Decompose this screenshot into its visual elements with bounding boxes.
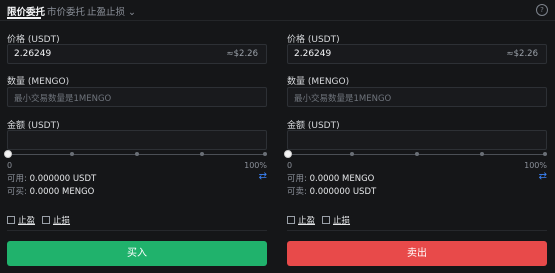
slider-mark-50[interactable] [135, 152, 139, 156]
sell-price-input[interactable]: 2.26249 ≈$2.26 [287, 44, 547, 64]
buy-percent-slider[interactable] [4, 150, 267, 160]
tab-market-order[interactable]: 市价委托 [47, 4, 85, 18]
checkbox[interactable] [7, 216, 15, 224]
take-profit-label: 止盈 [298, 216, 316, 226]
slider-mark-75[interactable] [480, 152, 484, 156]
buy-max: 可买: 0.0000 MENGO [7, 185, 94, 197]
active-tab-underline [7, 17, 41, 19]
divider [287, 230, 547, 231]
sellable-label: 可卖: [287, 187, 310, 197]
swap-icon[interactable]: ⇄ [539, 171, 547, 182]
buyable-label: 可买: [7, 187, 30, 197]
divider [7, 230, 267, 231]
checkbox[interactable] [322, 216, 330, 224]
sellable-value: 0.000000 USDT [309, 187, 377, 197]
buy-available: 可用: 0.000000 USDT [7, 172, 96, 184]
buy-price-hint: ≈$2.26 [226, 49, 258, 59]
buy-price-input[interactable]: 2.26249 ≈$2.26 [7, 44, 267, 64]
buy-quantity-placeholder: 最小交易数量是1MENGO [14, 94, 112, 104]
buy-panel: 价格 (USDT) 2.26249 ≈$2.26 数量 (MENGO) 最小交易… [4, 20, 267, 273]
slider-mark-50[interactable] [415, 152, 419, 156]
order-type-tabs: 限价委托 市价委托 止盈止损 ⌄ ? [0, 0, 555, 21]
sell-button[interactable]: 卖出 [287, 241, 547, 266]
tab-stop-order[interactable]: 止盈止损 ⌄ [87, 4, 136, 18]
available-label: 可用: [287, 174, 310, 184]
available-value: 0.0000 MENGO [309, 174, 375, 184]
buy-price-value: 2.26249 [14, 49, 52, 59]
take-profit-label: 止盈 [18, 216, 36, 226]
sell-amount-input[interactable] [287, 130, 547, 150]
available-label: 可用: [7, 174, 30, 184]
slider-max-label: 100% [524, 161, 547, 170]
checkbox[interactable] [287, 216, 295, 224]
slider-mark-100[interactable] [543, 152, 547, 156]
sell-stop-loss-toggle[interactable]: 止损 [322, 214, 350, 226]
tab-stop-order-label: 止盈止损 [87, 7, 126, 18]
sell-panel: 价格 (USDT) 2.26249 ≈$2.26 数量 (MENGO) 最小交易… [284, 20, 547, 273]
slider-min-label: 0 [7, 161, 13, 170]
slider-mark-75[interactable] [200, 152, 204, 156]
quantity-label: 数量 (MENGO) [287, 77, 350, 87]
question-circle-icon[interactable]: ? [536, 4, 548, 16]
tab-limit-order[interactable]: 限价委托 [7, 4, 45, 18]
slider-min-label: 0 [287, 161, 293, 170]
sell-max: 可卖: 0.000000 USDT [287, 185, 376, 197]
buy-quantity-input[interactable]: 最小交易数量是1MENGO [7, 87, 267, 107]
slider-thumb[interactable] [284, 150, 292, 158]
stop-loss-label: 止损 [333, 216, 351, 226]
slider-max-label: 100% [244, 161, 267, 170]
sell-percent-slider[interactable] [284, 150, 547, 160]
buy-take-profit-toggle[interactable]: 止盈 [7, 214, 35, 226]
sell-price-value: 2.26249 [294, 49, 332, 59]
checkbox[interactable] [42, 216, 50, 224]
buy-button[interactable]: 买入 [7, 241, 267, 266]
sell-available: 可用: 0.0000 MENGO [287, 172, 374, 184]
slider-mark-100[interactable] [263, 152, 267, 156]
quantity-label: 数量 (MENGO) [7, 77, 70, 87]
sell-quantity-input[interactable]: 最小交易数量是1MENGO [287, 87, 547, 107]
stop-loss-label: 止损 [53, 216, 71, 226]
slider-mark-25[interactable] [70, 152, 74, 156]
slider-thumb[interactable] [4, 150, 12, 158]
sell-price-hint: ≈$2.26 [506, 49, 538, 59]
available-value: 0.000000 USDT [29, 174, 97, 184]
swap-icon[interactable]: ⇄ [259, 171, 267, 182]
buy-stop-loss-toggle[interactable]: 止损 [42, 214, 70, 226]
slider-mark-25[interactable] [350, 152, 354, 156]
buyable-value: 0.0000 MENGO [29, 187, 95, 197]
sell-quantity-placeholder: 最小交易数量是1MENGO [294, 94, 392, 104]
buy-amount-input[interactable] [7, 130, 267, 150]
chevron-down-icon: ⌄ [128, 7, 136, 18]
sell-take-profit-toggle[interactable]: 止盈 [287, 214, 315, 226]
